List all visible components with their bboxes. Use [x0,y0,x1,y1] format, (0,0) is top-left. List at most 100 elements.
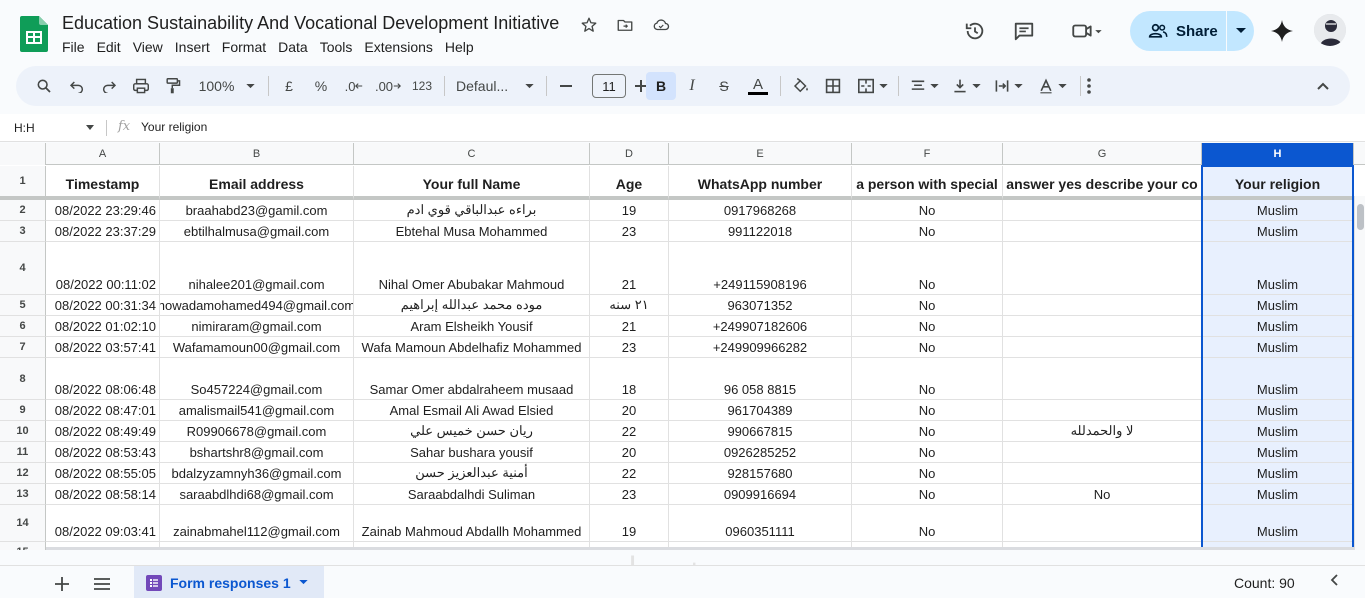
currency-button[interactable]: £ [278,72,300,100]
search-menus-icon[interactable] [30,72,58,100]
number-format-button[interactable]: 123 [406,72,438,100]
sheets-logo-icon[interactable] [20,16,48,52]
cell-f7[interactable]: No [852,337,1003,358]
header-cell-c[interactable]: Your full Name [354,166,590,200]
print-icon[interactable] [128,72,154,100]
row-header-11[interactable]: 11 [0,442,46,463]
share-main[interactable]: Share [1130,11,1226,51]
horizontal-align-icon[interactable] [904,72,944,100]
cell-d7[interactable]: 23 [590,337,669,358]
cell-d8[interactable]: 18 [590,358,669,400]
column-header-a[interactable]: A [46,143,160,165]
column-header-d[interactable]: D [590,143,669,165]
row-header-10[interactable]: 10 [0,421,46,442]
cell-b12[interactable]: bdalzyzamnyh36@gmail.com [160,463,354,484]
select-all-corner[interactable] [0,143,46,165]
column-header-h[interactable]: H [1202,143,1354,165]
decrease-decimal-button[interactable]: .0 [340,72,368,100]
column-header-c[interactable]: C [354,143,590,165]
bold-button[interactable]: B [646,72,676,100]
menu-file[interactable]: File [56,38,91,56]
cell-e11[interactable]: 0926285252 [669,442,852,463]
menu-edit[interactable]: Edit [91,38,127,56]
header-cell-e[interactable]: WhatsApp number [669,166,852,200]
cell-b9[interactable]: amalismail541@gmail.com [160,400,354,421]
cell-f8[interactable]: No [852,358,1003,400]
decrease-font-size-icon[interactable] [554,72,578,100]
cell-e4[interactable]: +249115908196 [669,242,852,295]
cell-b4[interactable]: nihalee201@gmail.com [160,242,354,295]
cell-e10[interactable]: 990667815 [669,421,852,442]
cell-h7[interactable]: Muslim [1202,337,1354,358]
cell-b13[interactable]: saraabdlhdi68@gmail.com [160,484,354,505]
cell-e9[interactable]: 961704389 [669,400,852,421]
cell-f3[interactable]: No [852,221,1003,242]
cell-c11[interactable]: Sahar bushara yousif [354,442,590,463]
menu-format[interactable]: Format [216,38,272,56]
cell-e3[interactable]: 991122018 [669,221,852,242]
cell-b11[interactable]: bshartshr8@gmail.com [160,442,354,463]
cloud-saved-icon[interactable] [650,14,672,36]
cell-b3[interactable]: ebtilhalmusa@gmail.com [160,221,354,242]
cell-c8[interactable]: Samar Omer abdalraheem musaad [354,358,590,400]
cell-d12[interactable]: 22 [590,463,669,484]
column-header-e[interactable]: E [669,143,852,165]
cell-g12[interactable] [1003,463,1202,484]
sheet-tab-form-responses[interactable]: Form responses 1 [134,566,324,598]
cell-c14[interactable]: Zainab Mahmoud Abdallh Mohammed [354,505,590,542]
column-header-b[interactable]: B [160,143,354,165]
cell-h3[interactable]: Muslim [1202,221,1354,242]
cell-g5[interactable] [1003,295,1202,316]
header-cell-g[interactable]: answer yes describe your co [1003,166,1202,200]
cell-a11[interactable]: 08/2022 08:53:43 [46,442,160,463]
cell-c5[interactable]: موده محمد عبدالله إبراهيم [354,295,590,316]
cell-d5[interactable]: ٢١ سنه [590,295,669,316]
header-cell-h[interactable]: Your religion [1202,166,1354,200]
borders-icon[interactable] [820,72,846,100]
all-sheets-menu-icon[interactable] [90,572,114,596]
cell-e5[interactable]: 963071352 [669,295,852,316]
menu-extensions[interactable]: Extensions [358,38,438,56]
vertical-scrollbar[interactable] [1354,196,1365,550]
cell-h6[interactable]: Muslim [1202,316,1354,337]
row-header-2[interactable]: 2 [0,200,46,221]
cell-f4[interactable]: No [852,242,1003,295]
row-header-14[interactable]: 14 [0,505,46,542]
redo-icon[interactable] [96,72,122,100]
cell-h13[interactable]: Muslim [1202,484,1354,505]
cell-e14[interactable]: 0960351111 [669,505,852,542]
italic-button[interactable]: I [678,72,706,100]
cell-d9[interactable]: 20 [590,400,669,421]
font-family-select[interactable]: Defaul... [452,72,538,100]
cell-e6[interactable]: +249907182606 [669,316,852,337]
column-header-g[interactable]: G [1003,143,1202,165]
cell-h2[interactable]: Muslim [1202,200,1354,221]
strikethrough-button[interactable]: S [710,72,738,100]
cell-a4[interactable]: 08/2022 00:11:02 [46,242,160,295]
row-header-8[interactable]: 8 [0,358,46,400]
cell-c4[interactable]: Nihal Omer Abubakar Mahmoud [354,242,590,295]
cell-f2[interactable]: No [852,200,1003,221]
text-rotation-icon[interactable] [1030,72,1074,100]
paint-format-icon[interactable] [160,72,186,100]
move-folder-icon[interactable] [614,14,636,36]
menu-help[interactable]: Help [439,38,480,56]
cell-a13[interactable]: 08/2022 08:58:14 [46,484,160,505]
header-cell-b[interactable]: Email address [160,166,354,200]
cell-b7[interactable]: Wafamamoun00@gmail.com [160,337,354,358]
cell-c10[interactable]: ريان حسن خميس علي [354,421,590,442]
cell-g13[interactable]: No [1003,484,1202,505]
row-header-5[interactable]: 5 [0,295,46,316]
cell-g14[interactable] [1003,505,1202,542]
cell-a5[interactable]: 08/2022 00:31:34 [46,295,160,316]
text-color-button[interactable]: A [744,72,772,100]
cell-a8[interactable]: 08/2022 08:06:48 [46,358,160,400]
row-header-13[interactable]: 13 [0,484,46,505]
cell-c7[interactable]: Wafa Mamoun Abdelhafiz Mohammed [354,337,590,358]
cell-h9[interactable]: Muslim [1202,400,1354,421]
cell-h14[interactable]: Muslim [1202,505,1354,542]
cell-e2[interactable]: 0917968268 [669,200,852,221]
cell-d11[interactable]: 20 [590,442,669,463]
formula-input[interactable]: Your religion [141,120,207,134]
meet-icon[interactable] [1062,11,1112,51]
